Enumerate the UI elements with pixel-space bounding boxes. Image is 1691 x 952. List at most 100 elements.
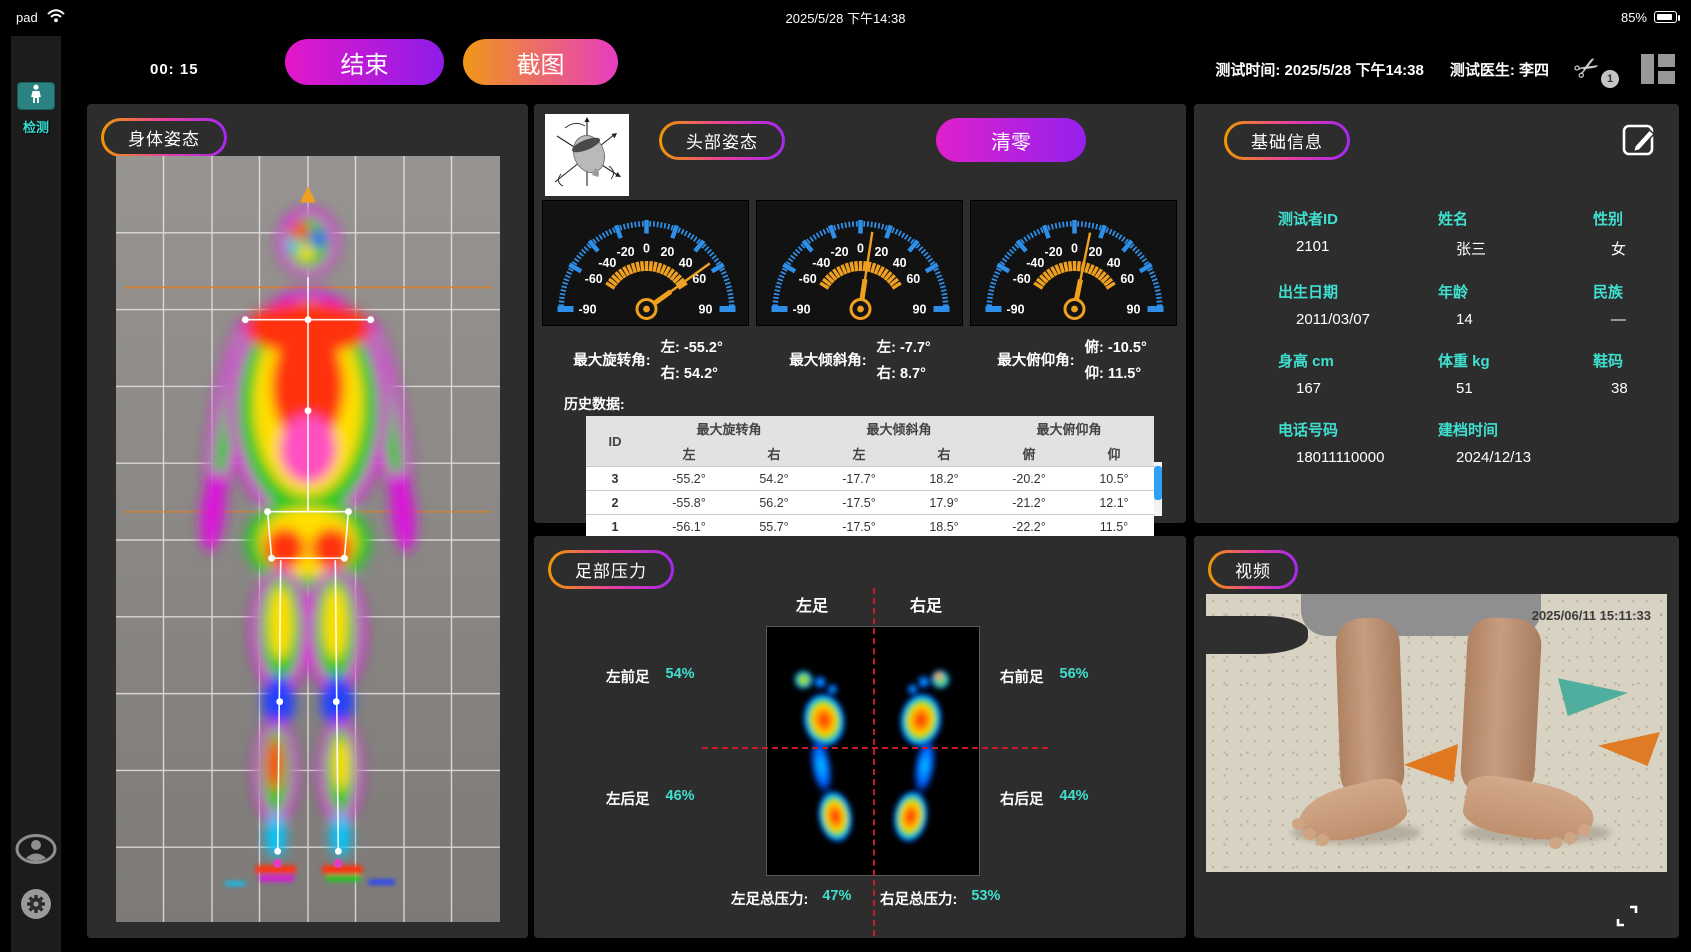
field-name: 姓名张三 <box>1438 208 1593 259</box>
history-row[interactable]: 3-55.2°54.2°-17.7°18.2°-20.2°10.5° <box>586 467 1154 491</box>
svg-text:0: 0 <box>643 242 650 256</box>
scissors-badge: 1 <box>1601 70 1619 88</box>
field-birthdate: 出生日期2011/03/07 <box>1278 281 1438 328</box>
field-ethnicity: 民族— <box>1593 281 1655 328</box>
video-timestamp: 2025/06/11 15:11:33 <box>1532 608 1651 623</box>
svg-text:40: 40 <box>1107 256 1121 270</box>
sidebar-item-detect-label: 检测 <box>23 117 49 136</box>
foot-crosshair-horizontal <box>702 747 1048 749</box>
history-table: ID 最大旋转角 最大倾斜角 最大俯仰角 左 右 左 右 俯 仰 3-55.2°… <box>586 416 1154 538</box>
basic-info-panel: 基础信息 测试者ID2101 姓名张三 性别女 出生日期2011/03/07 年… <box>1194 104 1679 523</box>
angle-metrics: 最大旋转角: 左: -55.2° 右: 54.2° 最大倾斜角: 左: -7.7… <box>542 336 1178 383</box>
basic-info-grid: 测试者ID2101 姓名张三 性别女 出生日期2011/03/07 年龄14 民… <box>1278 208 1655 466</box>
basic-info-title-pill: 基础信息 <box>1224 121 1350 160</box>
head-posture-title-pill: 头部姿态 <box>659 121 785 160</box>
video-title: 视频 <box>1211 553 1295 586</box>
tilt-gauge: -90-60-40-20020406090 <box>756 200 963 326</box>
history-scrollbar <box>1154 462 1162 516</box>
svg-text:-20: -20 <box>617 245 635 259</box>
svg-text:-90: -90 <box>792 303 810 317</box>
foot-pressure-title: 足部压力 <box>551 553 671 586</box>
svg-text:-40: -40 <box>812 256 830 270</box>
video-left-leg <box>1335 617 1405 801</box>
pitch-gauge: -90-60-40-20020406090 <box>970 200 1177 326</box>
body-scan-image <box>116 156 500 922</box>
field-tester-id: 测试者ID2101 <box>1278 208 1438 259</box>
svg-text:-20: -20 <box>1045 245 1063 259</box>
test-doctor: 测试医生: 李四 <box>1450 59 1549 80</box>
history-group-pitch: 最大俯仰角 <box>984 416 1154 441</box>
rotation-metric: 最大旋转角: 左: -55.2° 右: 54.2° <box>542 336 754 383</box>
toolbar: 00: 15 结束 截图 测试时间: 2025/5/28 下午14:38 测试医… <box>75 36 1691 102</box>
svg-text:-60: -60 <box>799 272 817 286</box>
video-title-pill: 视频 <box>1208 550 1298 589</box>
video-orange-wedge-2 <box>1598 732 1660 766</box>
right-total-pressure: 右足总压力:53% <box>880 888 1000 909</box>
svg-text:-20: -20 <box>831 245 849 259</box>
svg-text:0: 0 <box>857 242 864 256</box>
svg-text:90: 90 <box>699 303 713 317</box>
edit-button[interactable] <box>1621 120 1659 158</box>
svg-text:-40: -40 <box>1026 256 1044 270</box>
user-avatar-icon[interactable] <box>15 834 57 869</box>
left-foot-label: 左足 <box>796 592 828 616</box>
scissors-icon: ✂ <box>1567 45 1609 92</box>
body-posture-title-pill: 身体姿态 <box>101 118 227 157</box>
field-shoe-size: 鞋码38 <box>1593 350 1655 397</box>
svg-text:-90: -90 <box>1006 303 1024 317</box>
gauge-dial: -90-60-40-20020406090 <box>757 201 964 327</box>
battery-percent: 85% <box>1621 10 1647 25</box>
settings-gear-icon[interactable] <box>19 887 53 926</box>
test-time: 测试时间: 2025/5/28 下午14:38 <box>1215 59 1423 80</box>
video-teal-wedge <box>1558 674 1628 716</box>
svg-text:90: 90 <box>1127 303 1141 317</box>
video-panel: 视频 2025/06/11 15:11:33 <box>1194 536 1679 938</box>
svg-text:20: 20 <box>874 245 888 259</box>
pitch-metric: 最大俯仰角: 俯: -10.5° 仰: 11.5° <box>966 336 1178 383</box>
status-datetime: 2025/5/28 下午14:38 <box>0 8 1691 27</box>
history-label: 历史数据: <box>564 394 625 414</box>
gauge-dial: -90-60-40-20020406090 <box>971 201 1178 327</box>
svg-text:-90: -90 <box>578 303 596 317</box>
scissors-tool-button[interactable]: ✂ 1 <box>1575 49 1615 89</box>
video-background-object <box>1206 616 1308 654</box>
svg-text:-60: -60 <box>1013 272 1031 286</box>
tilt-metric: 最大倾斜角: 左: -7.7° 右: 8.7° <box>754 336 966 383</box>
fullscreen-icon[interactable] <box>1615 904 1639 928</box>
history-row[interactable]: 1-56.1°55.7°-17.5°18.5°-22.2°11.5° <box>586 515 1154 539</box>
history-table-wrap: ID 最大旋转角 最大倾斜角 最大俯仰角 左 右 左 右 俯 仰 3-55.2°… <box>586 416 1162 516</box>
reset-button[interactable]: 清零 <box>936 118 1086 162</box>
history-row[interactable]: 2-55.8°56.2°-17.5°17.9°-21.2°12.1° <box>586 491 1154 515</box>
sidebar-item-detect[interactable] <box>17 82 55 110</box>
field-weight: 体重 kg51 <box>1438 350 1593 397</box>
history-scrollbar-thumb[interactable] <box>1154 466 1162 500</box>
history-group-tilt: 最大倾斜角 <box>814 416 984 441</box>
svg-text:60: 60 <box>1120 272 1134 286</box>
history-group-rotation: 最大旋转角 <box>644 416 814 441</box>
svg-text:20: 20 <box>660 245 674 259</box>
svg-text:-60: -60 <box>585 272 603 286</box>
svg-text:90: 90 <box>913 303 927 317</box>
body-posture-title: 身体姿态 <box>104 121 224 154</box>
layout-grid-icon[interactable] <box>1641 54 1675 84</box>
gauge-dial: -90-60-40-20020406090 <box>543 201 750 327</box>
sidebar: 检测 <box>11 36 61 952</box>
foot-pressure-title-pill: 足部压力 <box>548 550 674 589</box>
left-rearfoot-stat: 左后足46% <box>606 788 695 809</box>
right-forefoot-stat: 右前足56% <box>1000 666 1089 687</box>
basic-info-title: 基础信息 <box>1227 124 1347 157</box>
screenshot-button[interactable]: 截图 <box>463 39 618 85</box>
end-button[interactable]: 结束 <box>285 39 444 85</box>
status-bar: pad 2025/5/28 下午14:38 85% <box>0 0 1691 34</box>
foot-pressure-panel: 足部压力 左足 右足 <box>534 536 1186 938</box>
person-icon <box>29 84 43 109</box>
svg-text:40: 40 <box>679 256 693 270</box>
video-right-leg <box>1459 616 1542 798</box>
field-gender: 性别女 <box>1593 208 1655 259</box>
svg-text:20: 20 <box>1088 245 1102 259</box>
field-age: 年龄14 <box>1438 281 1593 328</box>
app-root: pad 2025/5/28 下午14:38 85% <box>0 0 1691 952</box>
right-rearfoot-stat: 右后足44% <box>1000 788 1089 809</box>
svg-text:40: 40 <box>893 256 907 270</box>
rotation-gauge: -90-60-40-20020406090 <box>542 200 749 326</box>
